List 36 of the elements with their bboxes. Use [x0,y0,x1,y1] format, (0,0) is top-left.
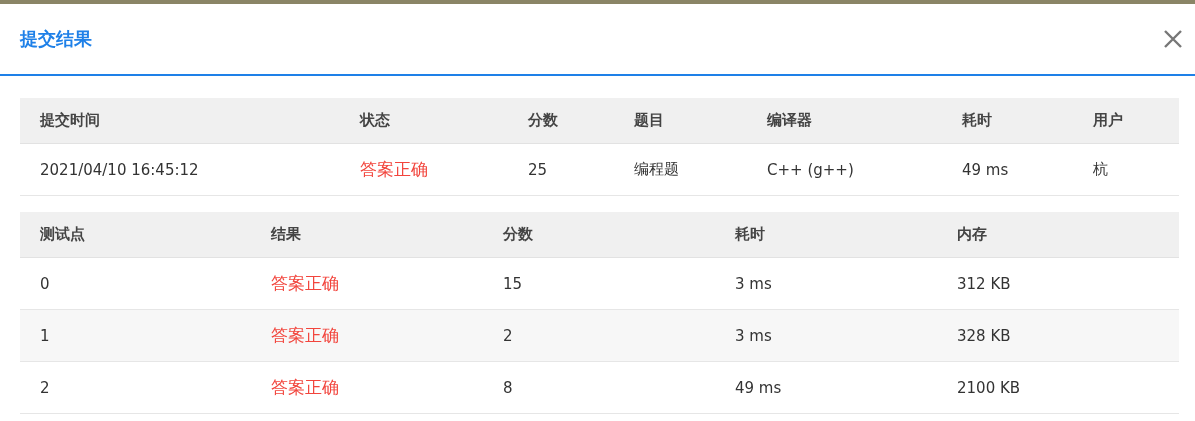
column-header: 内存 [956,225,988,244]
column-header: 结果 [270,225,302,244]
table-cell-text: 2021/04/10 16:45:12 [39,160,200,179]
table-cell-text: 3 ms [734,274,773,293]
table-cell-text: 杭 [1092,160,1109,179]
column-header: 提交时间 [39,111,101,130]
table-cell-text: 2 [39,378,51,397]
table-cell-text: 编程题 [633,160,680,179]
table-cell-text: 49 ms [734,378,783,397]
column-header: 分数 [527,111,559,130]
column-header: 测试点 [39,225,86,244]
column-header: 耗时 [961,111,993,130]
table-cell-text: 1 [39,326,51,345]
column-header: 用户 [1092,111,1124,130]
table-cell-text: C++ (g++) [766,160,855,179]
column-header: 题目 [633,111,665,130]
result-text: 答案正确 [270,376,340,399]
table-cell-text: 2100 KB [956,378,1022,397]
table-cell-text: 0 [39,274,51,293]
table-cell-text: 8 [502,378,514,397]
table-cell-text: 3 ms [734,326,773,345]
status-text: 答案正确 [359,158,429,181]
result-text: 答案正确 [270,272,340,295]
column-header: 耗时 [734,225,766,244]
close-icon[interactable] [1163,29,1183,49]
column-header: 状态 [358,111,391,130]
column-header: 编译器 [766,111,813,130]
table-cell-text: 312 KB [956,274,1012,293]
table-cell-text: 15 [502,274,524,293]
table-cell-text: 328 KB [956,326,1012,345]
dialog-title: 提交结果 [20,27,92,51]
column-header: 分数 [502,225,534,244]
result-text: 答案正确 [270,324,340,347]
table-cell-text: 25 [527,160,549,179]
table-cell-text: 49 ms [961,160,1010,179]
table-cell-text: 2 [502,326,514,345]
